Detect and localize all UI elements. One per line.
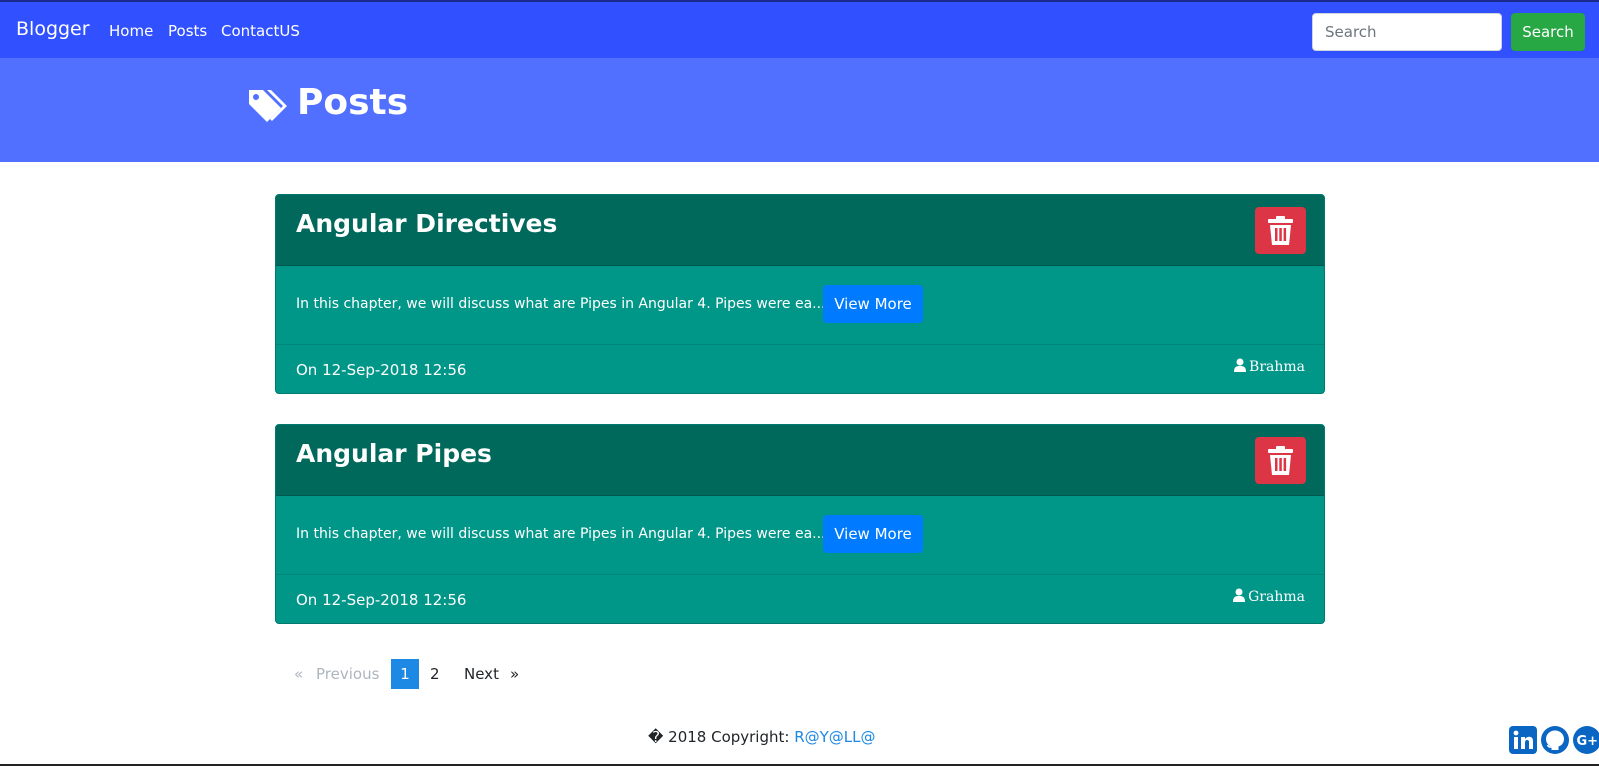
post-card-footer: On 12-Sep-2018 12:56 Brahma [276,345,1324,393]
post-card-header: Angular Directives [276,195,1324,266]
delete-post-button[interactable] [1255,437,1306,484]
copyright-link[interactable]: R@Y@LL@ [794,728,875,746]
linkedin-icon[interactable] [1509,726,1537,754]
post-author-name: Grahma [1248,589,1305,605]
user-icon [1234,358,1247,372]
next-arrow[interactable]: » [510,659,519,689]
post-card-body: In this chapter, we will discuss what ar… [276,266,1324,345]
view-more-button[interactable]: View More [823,515,923,553]
trash-icon [1268,216,1293,245]
nav-home[interactable]: Home [109,22,153,40]
page-1-button[interactable]: 1 [391,659,419,689]
copyright-text: � 2018 Copyright: [648,728,795,746]
post-title: Angular Directives [296,209,558,238]
nav-posts[interactable]: Posts [168,22,207,40]
previous-button: Previous [316,665,380,683]
user-icon [1233,588,1246,602]
post-card-footer: On 12-Sep-2018 12:56 Grahma [276,575,1324,623]
view-more-button[interactable]: View More [823,285,923,323]
trash-icon [1268,446,1293,475]
google-plus-icon[interactable]: G+ [1573,726,1599,754]
post-date: On 12-Sep-2018 12:56 [296,591,467,609]
prev-arrow: « [294,665,304,683]
post-date: On 12-Sep-2018 12:56 [296,361,467,379]
delete-post-button[interactable] [1255,207,1306,254]
post-author-name: Brahma [1249,359,1305,375]
search-input[interactable] [1312,13,1502,51]
post-title: Angular Pipes [296,439,492,468]
page-title: Posts [297,82,409,123]
tags-icon [249,90,287,122]
post-excerpt: In this chapter, we will discuss what ar… [296,526,826,542]
post-card: Angular Pipes In this chapter, we will d… [275,424,1325,624]
page-2-button[interactable]: 2 [430,659,440,689]
next-button[interactable]: Next [464,659,499,689]
post-author: Brahma [1234,358,1305,375]
footer: � 2018 Copyright: R@Y@LL@ [648,728,876,746]
post-card: Angular Directives In this chapter, we w… [275,194,1325,394]
page-header: Posts [0,58,1599,162]
search-button[interactable]: Search [1511,13,1585,51]
nav-contact[interactable]: ContactUS [221,22,300,40]
post-card-header: Angular Pipes [276,425,1324,496]
navbar: Blogger Home Posts ContactUS Search [0,0,1599,58]
svg-text:G+: G+ [1577,734,1599,749]
brand-link[interactable]: Blogger [16,18,90,40]
post-author: Grahma [1233,588,1305,605]
post-excerpt: In this chapter, we will discuss what ar… [296,296,826,312]
github-icon[interactable] [1541,726,1569,754]
post-card-body: In this chapter, we will discuss what ar… [276,496,1324,575]
